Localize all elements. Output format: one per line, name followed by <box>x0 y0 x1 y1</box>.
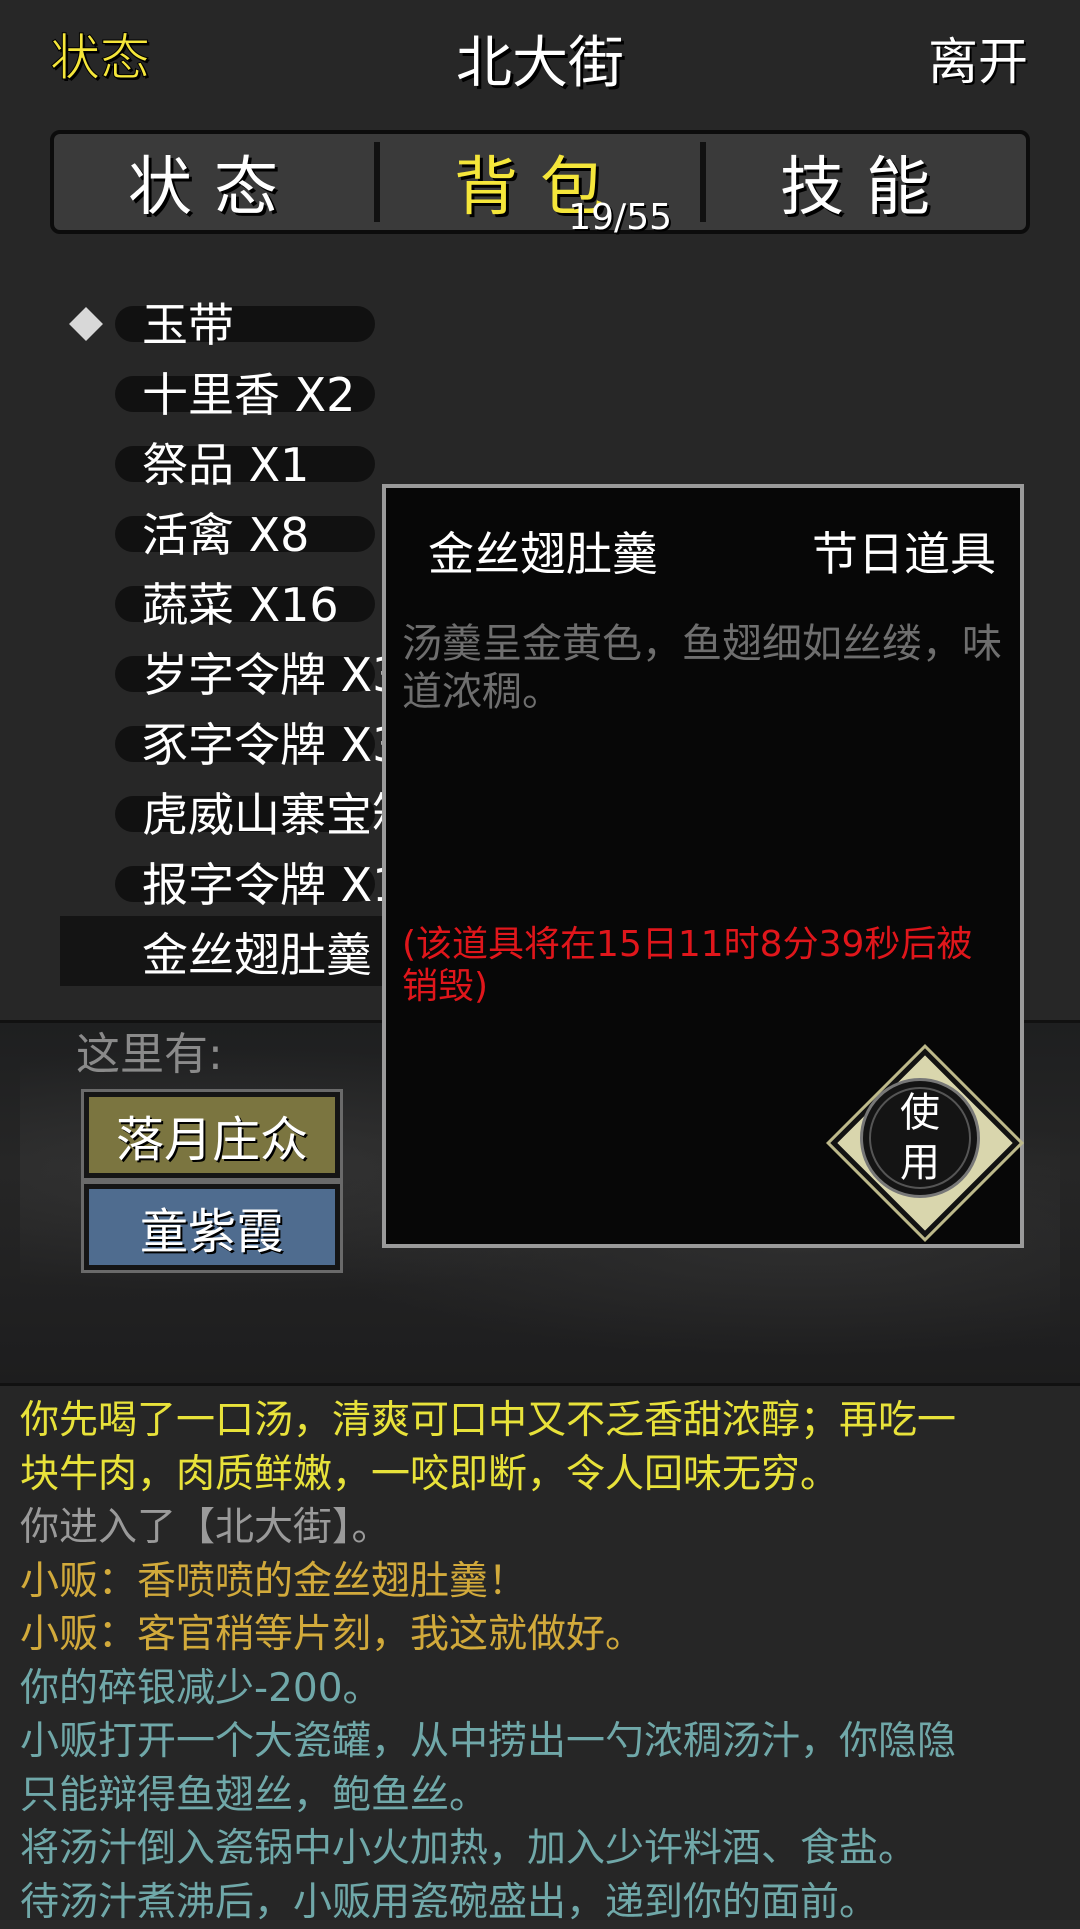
list-item[interactable]: 玉带 <box>60 290 960 360</box>
item-label: 岁字令牌 X3 <box>142 640 401 710</box>
item-label: 金丝翅肚羹 <box>142 920 372 990</box>
tab-skills-label: 技能 <box>780 136 952 228</box>
item-label: 十里香 X2 <box>142 360 355 430</box>
item-label: 豕字令牌 X3 <box>142 710 401 780</box>
use-label-line1: 使 <box>830 1088 1010 1138</box>
tab-status[interactable]: 状态 <box>54 134 374 230</box>
location-title: 北大街 <box>0 18 1080 99</box>
use-label-line2: 用 <box>830 1138 1010 1188</box>
item-label: 报字令牌 X1 <box>142 850 401 920</box>
item-name: 金丝翅肚羹 <box>428 518 658 584</box>
expiry-warning: (该道具将在15日11时8分39秒后被销毁) <box>402 924 1002 1008</box>
item-label: 蔬菜 X16 <box>142 570 339 640</box>
item-label: 活禽 X8 <box>142 500 309 570</box>
bag-capacity: 19/55 <box>568 197 672 238</box>
log-line: 小贩：客官稍等片刻，我这就做好。 <box>20 1608 1060 1662</box>
item-label: 玉带 <box>142 290 234 360</box>
log-line: 待汤汁煮沸后，小贩用瓷碗盛出，递到你的面前。 <box>20 1876 1060 1929</box>
list-item[interactable]: 十里香 X2 <box>60 360 960 430</box>
tab-bar: 状态 背包 19/55 技能 <box>50 130 1030 234</box>
item-label: 虎威山寨宝箱 <box>142 780 418 850</box>
npc-button-luoyue[interactable]: 落月庄众 <box>84 1092 340 1178</box>
here-label: 这里有: <box>76 1018 223 1082</box>
selection-diamond-icon <box>69 307 103 341</box>
npc-button-tongzixia[interactable]: 童紫霞 <box>84 1184 340 1270</box>
log-line: 你进入了【北大街】。 <box>20 1501 1060 1555</box>
log-line: 你的碎银减少-200。 <box>20 1662 1060 1716</box>
log-line: 块牛肉，肉质鲜嫩，一咬即断，令人回味无穷。 <box>20 1448 1060 1502</box>
item-type: 节日道具 <box>812 518 996 584</box>
leave-button[interactable]: 离开 <box>928 22 1028 94</box>
use-button[interactable]: 使 用 <box>830 1048 1010 1228</box>
item-label: 祭品 X1 <box>142 430 309 500</box>
message-log[interactable]: 你先喝了一口汤，清爽可口中又不乏香甜浓醇；再吃一 块牛肉，肉质鲜嫩，一咬即断，令… <box>0 1383 1080 1920</box>
tab-status-label: 状态 <box>128 136 300 228</box>
tab-skills[interactable]: 技能 <box>706 134 1026 230</box>
log-line: 你先喝了一口汤，清爽可口中又不乏香甜浓醇；再吃一 <box>20 1394 1060 1448</box>
item-description: 汤羹呈金黄色，鱼翅细如丝缕，味道浓稠。 <box>402 620 1002 716</box>
tab-bag[interactable]: 背包 19/55 <box>380 134 700 230</box>
log-line: 将汤汁倒入瓷锅中小火加热，加入少许料酒、食盐。 <box>20 1822 1060 1876</box>
use-label: 使 用 <box>830 1088 1010 1188</box>
log-line: 小贩打开一个大瓷罐，从中捞出一勺浓稠汤汁，你隐隐 <box>20 1715 1060 1769</box>
log-line: 小贩：香喷喷的金丝翅肚羹！ <box>20 1555 1060 1609</box>
log-line: 只能辩得鱼翅丝，鲍鱼丝。 <box>20 1769 1060 1823</box>
